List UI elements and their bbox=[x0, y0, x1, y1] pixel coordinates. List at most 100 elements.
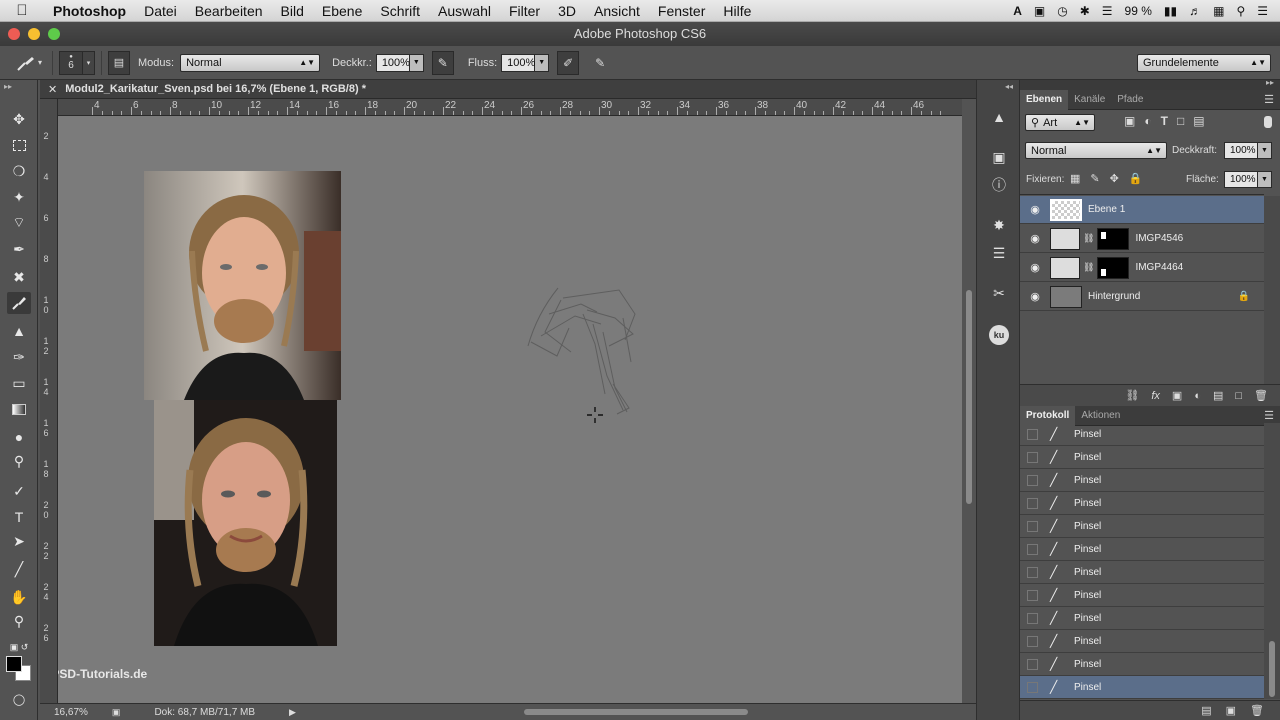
history-scrollbar-thumb[interactable] bbox=[1269, 641, 1275, 697]
history-item[interactable]: ╱ Pinsel bbox=[1020, 515, 1264, 538]
menu-bild[interactable]: Bild bbox=[272, 3, 313, 19]
tab-paths[interactable]: Pfade bbox=[1111, 90, 1149, 110]
flow-input[interactable]: 100% bbox=[501, 53, 535, 72]
snapshot-camera-icon[interactable]: ▣ bbox=[1226, 704, 1236, 717]
lock-all-icon[interactable]: 🔒 bbox=[1129, 172, 1143, 185]
collapse-tools-icon[interactable]: ▸▸ bbox=[4, 82, 12, 91]
history-source-checkbox[interactable] bbox=[1027, 658, 1038, 670]
histogram-panel-icon[interactable]: ▲ bbox=[987, 106, 1011, 128]
delete-state-icon[interactable]: 🗑 bbox=[1250, 704, 1264, 717]
vertical-ruler[interactable]: 2 4 6 8 1 0 1 2 1 4 1 6 1 8 2 0 2 2 2 4 2 6 bbox=[40, 99, 58, 703]
collapse-strip-icon[interactable]: ◂◂ bbox=[1005, 82, 1013, 91]
lock-position-icon[interactable]: ✥ bbox=[1110, 172, 1119, 185]
history-source-checkbox[interactable] bbox=[1027, 635, 1038, 647]
history-source-checkbox[interactable] bbox=[1027, 474, 1038, 486]
history-source-checkbox[interactable] bbox=[1027, 451, 1038, 463]
history-item[interactable]: ╱ Pinsel bbox=[1020, 584, 1264, 607]
line-tool-icon[interactable]: ╱ bbox=[7, 558, 31, 580]
history-source-checkbox[interactable] bbox=[1027, 497, 1038, 509]
history-source-checkbox[interactable] bbox=[1027, 428, 1038, 440]
delete-layer-icon[interactable]: 🗑 bbox=[1254, 389, 1268, 402]
spotlight-icon[interactable]: ⚲ bbox=[1236, 4, 1245, 18]
opacity-input[interactable]: 100% bbox=[375, 53, 410, 72]
history-item[interactable]: ╱ Pinsel bbox=[1020, 538, 1264, 561]
filter-type-icon[interactable]: T bbox=[1161, 114, 1168, 128]
lock-transparency-icon[interactable]: ▦ bbox=[1070, 172, 1080, 185]
layer-name[interactable]: IMGP4546 bbox=[1135, 233, 1183, 244]
pressure-size-button[interactable]: ✎ bbox=[589, 51, 611, 75]
battery-icon[interactable]: ▮▮ bbox=[1164, 4, 1177, 18]
history-item[interactable]: ╱ Pinsel bbox=[1020, 630, 1264, 653]
document-canvas[interactable]: ❀ PSD-Tutorials.de bbox=[58, 116, 962, 703]
info-panel-icon[interactable]: ⓘ bbox=[987, 174, 1011, 196]
opacity-dropdown-arrow[interactable]: ▼ bbox=[409, 53, 424, 72]
collapse-dock-icon[interactable]: ▸▸ bbox=[1266, 78, 1274, 87]
gradient-tool-icon[interactable] bbox=[7, 398, 31, 420]
history-brush-tool-icon[interactable]: ✑ bbox=[7, 346, 31, 368]
link-chain-icon[interactable]: ⛓ bbox=[1083, 262, 1094, 273]
healing-brush-tool-icon[interactable]: ✖ bbox=[7, 266, 31, 288]
history-source-checkbox[interactable] bbox=[1027, 612, 1038, 624]
move-tool-icon[interactable]: ✥ bbox=[7, 108, 31, 130]
blur-tool-icon[interactable]: ● bbox=[7, 426, 31, 448]
pressure-opacity-button[interactable]: ✎ bbox=[431, 50, 454, 75]
fill-arrow[interactable]: ▼ bbox=[1258, 171, 1272, 188]
status-info-icon[interactable]: ▣ bbox=[112, 707, 121, 718]
new-layer-icon[interactable]: □ bbox=[1235, 390, 1242, 402]
quick-mask-icon[interactable]: ◯ bbox=[7, 688, 31, 710]
link-layers-icon[interactable]: ⛓ bbox=[1125, 389, 1139, 402]
mode-select[interactable]: Normal ▲▼ bbox=[180, 53, 321, 72]
crop-tool-icon[interactable]: ⌔ bbox=[7, 212, 31, 234]
new-group-icon[interactable]: ▤ bbox=[1213, 389, 1223, 402]
pen-tool-icon[interactable]: ✓ bbox=[7, 480, 31, 502]
foreground-color-swatch[interactable] bbox=[6, 656, 22, 672]
link-chain-icon[interactable]: ⛓ bbox=[1083, 233, 1094, 244]
time-machine-icon[interactable]: ◷ bbox=[1057, 4, 1067, 18]
calendar-icon[interactable]: ▦ bbox=[1213, 4, 1224, 18]
history-scrollbar[interactable] bbox=[1264, 423, 1280, 699]
brush-size-dropdown-arrow[interactable]: ▾ bbox=[83, 50, 95, 75]
flow-dropdown-arrow[interactable]: ▼ bbox=[535, 53, 550, 72]
fill-input[interactable]: 100% bbox=[1224, 171, 1258, 188]
history-item[interactable]: ╱ Pinsel bbox=[1020, 469, 1264, 492]
history-item[interactable]: ╱ Pinsel bbox=[1020, 492, 1264, 515]
horizontal-scrollbar-thumb[interactable] bbox=[524, 709, 748, 715]
brush-preset-picker[interactable]: ▾ bbox=[12, 51, 46, 75]
marquee-tool-icon[interactable] bbox=[7, 134, 31, 156]
layer-row-imgp4546[interactable]: ◉ ⛓ IMGP4546 bbox=[1020, 225, 1264, 253]
visibility-eye-icon[interactable]: ◉ bbox=[1020, 261, 1050, 274]
horizontal-ruler[interactable]: 4 6 8 10 12 14 16 18 20 22 24 26 28 30 32 34 36 38 40 42 44 4… bbox=[58, 99, 962, 116]
visibility-eye-icon[interactable]: ◉ bbox=[1020, 290, 1050, 303]
layer-opacity-input[interactable]: 100% bbox=[1224, 142, 1258, 159]
menu-schrift[interactable]: Schrift bbox=[371, 3, 429, 19]
menu-app-name[interactable]: Photoshop bbox=[44, 3, 135, 19]
filter-shape-icon[interactable]: □ bbox=[1177, 114, 1184, 128]
menu-ansicht[interactable]: Ansicht bbox=[585, 3, 649, 19]
visibility-eye-icon[interactable]: ◉ bbox=[1020, 203, 1050, 216]
layer-row-ebene-1[interactable]: ◉ Ebene 1 bbox=[1020, 196, 1264, 224]
tool-presets-panel-icon[interactable]: ✂ bbox=[987, 282, 1011, 304]
bluetooth-icon[interactable]: ✱ bbox=[1080, 4, 1090, 18]
apple-icon[interactable]:  bbox=[0, 2, 44, 19]
adjustments-panel-icon[interactable]: ☰ bbox=[987, 242, 1011, 264]
layer-blend-mode-select[interactable]: Normal ▲▼ bbox=[1025, 142, 1167, 159]
layer-filter-select[interactable]: ⚲ Art ▲▼ bbox=[1025, 114, 1095, 131]
history-source-checkbox[interactable] bbox=[1027, 681, 1038, 693]
mask-thumbnail[interactable] bbox=[1097, 227, 1130, 250]
history-source-checkbox[interactable] bbox=[1027, 589, 1038, 601]
layer-style-fx-icon[interactable]: fx bbox=[1151, 390, 1160, 402]
volume-icon[interactable]: ♬ bbox=[1189, 4, 1201, 18]
filter-pixel-icon[interactable]: ▣ bbox=[1124, 114, 1135, 128]
magic-wand-tool-icon[interactable]: ✦ bbox=[7, 186, 31, 208]
status-menu-arrow-icon[interactable]: ▶ bbox=[289, 707, 296, 718]
layer-opacity-arrow[interactable]: ▼ bbox=[1258, 142, 1272, 159]
visibility-eye-icon[interactable]: ◉ bbox=[1020, 232, 1050, 245]
menu-fenster[interactable]: Fenster bbox=[649, 3, 714, 19]
vertical-scrollbar-thumb[interactable] bbox=[966, 290, 972, 504]
menu-auswahl[interactable]: Auswahl bbox=[429, 3, 500, 19]
history-item[interactable]: ╱ Pinsel bbox=[1020, 607, 1264, 630]
history-item-current[interactable]: ╱ Pinsel bbox=[1020, 676, 1264, 699]
minimize-window-button[interactable] bbox=[28, 28, 40, 40]
workspace-select[interactable]: Grundelemente ▲▼ bbox=[1137, 53, 1271, 72]
info-3d-panel-icon[interactable]: ▣ bbox=[987, 146, 1011, 168]
